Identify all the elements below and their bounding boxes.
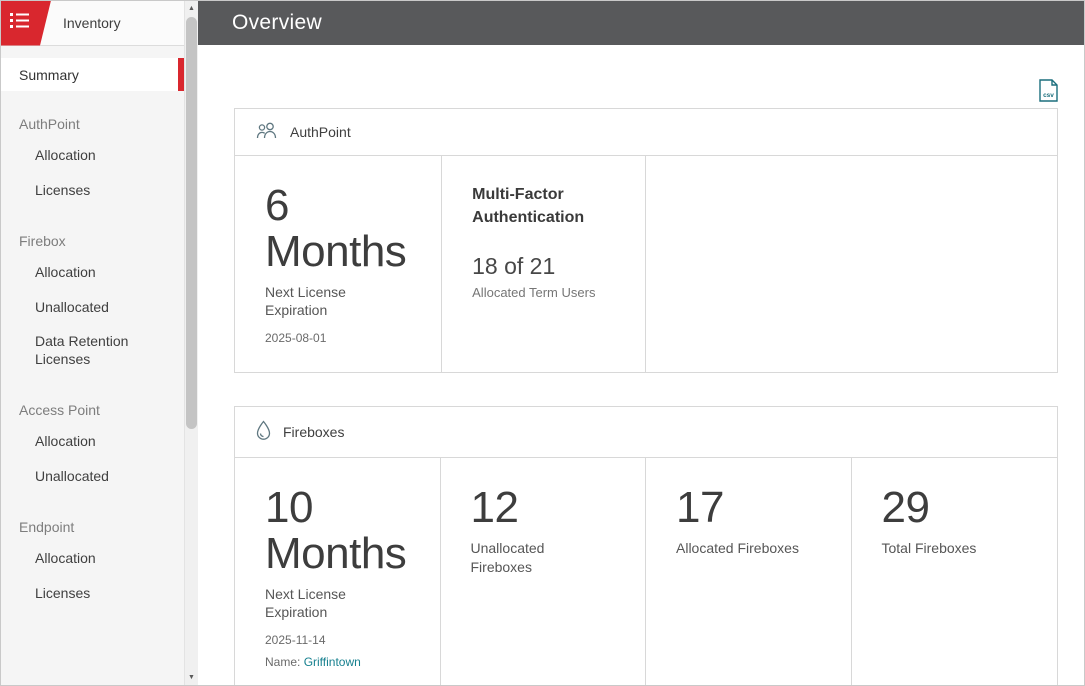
scrollbar-down-arrow-icon[interactable]: ▼ xyxy=(185,670,198,685)
page-header: Overview xyxy=(198,1,1084,45)
sidebar-item-accesspoint-allocation[interactable]: Allocation xyxy=(1,425,184,460)
allocated-term-users-value: 18 of 21 xyxy=(472,253,615,280)
fireboxes-card: Fireboxes 10 Months Next License Expirat… xyxy=(234,406,1058,685)
authpoint-expiration-cell: 6 Months Next License Expiration 2025-08… xyxy=(235,156,442,372)
scrollbar-thumb[interactable] xyxy=(186,17,197,429)
sidebar-scrollbar[interactable]: ▲ ▼ xyxy=(184,1,198,685)
next-license-expiration-label: Next License Expiration xyxy=(265,283,390,321)
firebox-name-link[interactable]: Griffintown xyxy=(304,655,361,669)
unallocated-fireboxes-value: 12 xyxy=(471,485,616,531)
fireboxes-card-header: Fireboxes xyxy=(235,407,1057,458)
sidebar-section-authpoint: AuthPoint xyxy=(1,91,184,139)
sidebar-item-authpoint-licenses[interactable]: Licenses xyxy=(1,174,184,209)
export-csv-button[interactable]: csv xyxy=(1039,78,1058,102)
allocated-fireboxes-label: Allocated Fireboxes xyxy=(676,539,821,558)
sidebar-item-firebox-data-retention-licenses[interactable]: Data Retention Licenses xyxy=(1,325,184,377)
next-license-expiration-value: 6 Months xyxy=(265,183,411,275)
main-area: Overview csv xyxy=(198,1,1084,685)
allocated-fireboxes-cell: 17 Allocated Fireboxes xyxy=(646,458,852,685)
list-menu-icon xyxy=(10,13,30,33)
firebox-name-row: Name: Griffintown xyxy=(265,655,410,669)
authpoint-card: AuthPoint 6 Months Next License Expirati… xyxy=(234,108,1058,373)
total-fireboxes-cell: 29 Total Fireboxes xyxy=(852,458,1058,685)
firebox-expiration-cell: 10 Months Next License Expiration 2025-1… xyxy=(235,458,441,685)
users-icon xyxy=(255,122,279,142)
flame-icon xyxy=(255,420,272,444)
sidebar-nav: AuthPoint Allocation Licenses Firebox Al… xyxy=(1,91,184,611)
sidebar-item-firebox-unallocated[interactable]: Unallocated xyxy=(1,291,184,326)
sidebar: Inventory Summary AuthPoint Allocation L… xyxy=(1,1,198,685)
summary-label: Summary xyxy=(19,67,79,83)
empty-cell xyxy=(646,156,1057,372)
unallocated-fireboxes-cell: 12 Unallocated Fireboxes xyxy=(441,458,647,685)
unallocated-fireboxes-label: Unallocated Fireboxes xyxy=(471,539,596,577)
sidebar-section-access-point: Access Point xyxy=(1,377,184,425)
firebox-next-license-expiration-value: 10 Months xyxy=(265,485,410,577)
csv-export-icon: csv xyxy=(1039,90,1058,105)
sidebar-item-endpoint-allocation[interactable]: Allocation xyxy=(1,542,184,577)
firebox-name-label: Name: xyxy=(265,655,300,669)
sidebar-section-endpoint: Endpoint xyxy=(1,494,184,542)
sidebar-title: Inventory xyxy=(63,15,121,31)
page-title: Overview xyxy=(232,11,322,35)
sidebar-section-firebox: Firebox xyxy=(1,208,184,256)
inventory-menu-flag[interactable] xyxy=(1,1,51,46)
sidebar-item-firebox-allocation[interactable]: Allocation xyxy=(1,256,184,291)
sidebar-item-accesspoint-unallocated[interactable]: Unallocated xyxy=(1,460,184,495)
sidebar-header: Inventory xyxy=(1,1,184,46)
sidebar-item-endpoint-licenses[interactable]: Licenses xyxy=(1,577,184,612)
allocated-fireboxes-value: 17 xyxy=(676,485,821,531)
total-fireboxes-label: Total Fireboxes xyxy=(882,539,1028,558)
authpoint-card-title: AuthPoint xyxy=(290,124,351,140)
next-license-expiration-date: 2025-08-01 xyxy=(265,331,411,345)
firebox-next-license-expiration-label: Next License Expiration xyxy=(265,585,390,623)
authpoint-card-header: AuthPoint xyxy=(235,109,1057,156)
content-area: csv AuthPoint xyxy=(198,45,1084,685)
sidebar-item-authpoint-allocation[interactable]: Allocation xyxy=(1,139,184,174)
firebox-next-license-expiration-date: 2025-11-14 xyxy=(265,633,410,647)
svg-text:csv: csv xyxy=(1043,92,1054,99)
app-window: Inventory Summary AuthPoint Allocation L… xyxy=(0,0,1085,686)
total-fireboxes-value: 29 xyxy=(882,485,1028,531)
fireboxes-card-title: Fireboxes xyxy=(283,424,344,440)
mfa-title: Multi-Factor Authentication xyxy=(472,183,615,229)
mfa-cell: Multi-Factor Authentication 18 of 21 All… xyxy=(442,156,646,372)
sidebar-item-summary[interactable]: Summary xyxy=(1,58,184,91)
scrollbar-up-arrow-icon[interactable]: ▲ xyxy=(185,1,198,16)
allocated-term-users-label: Allocated Term Users xyxy=(472,285,615,300)
